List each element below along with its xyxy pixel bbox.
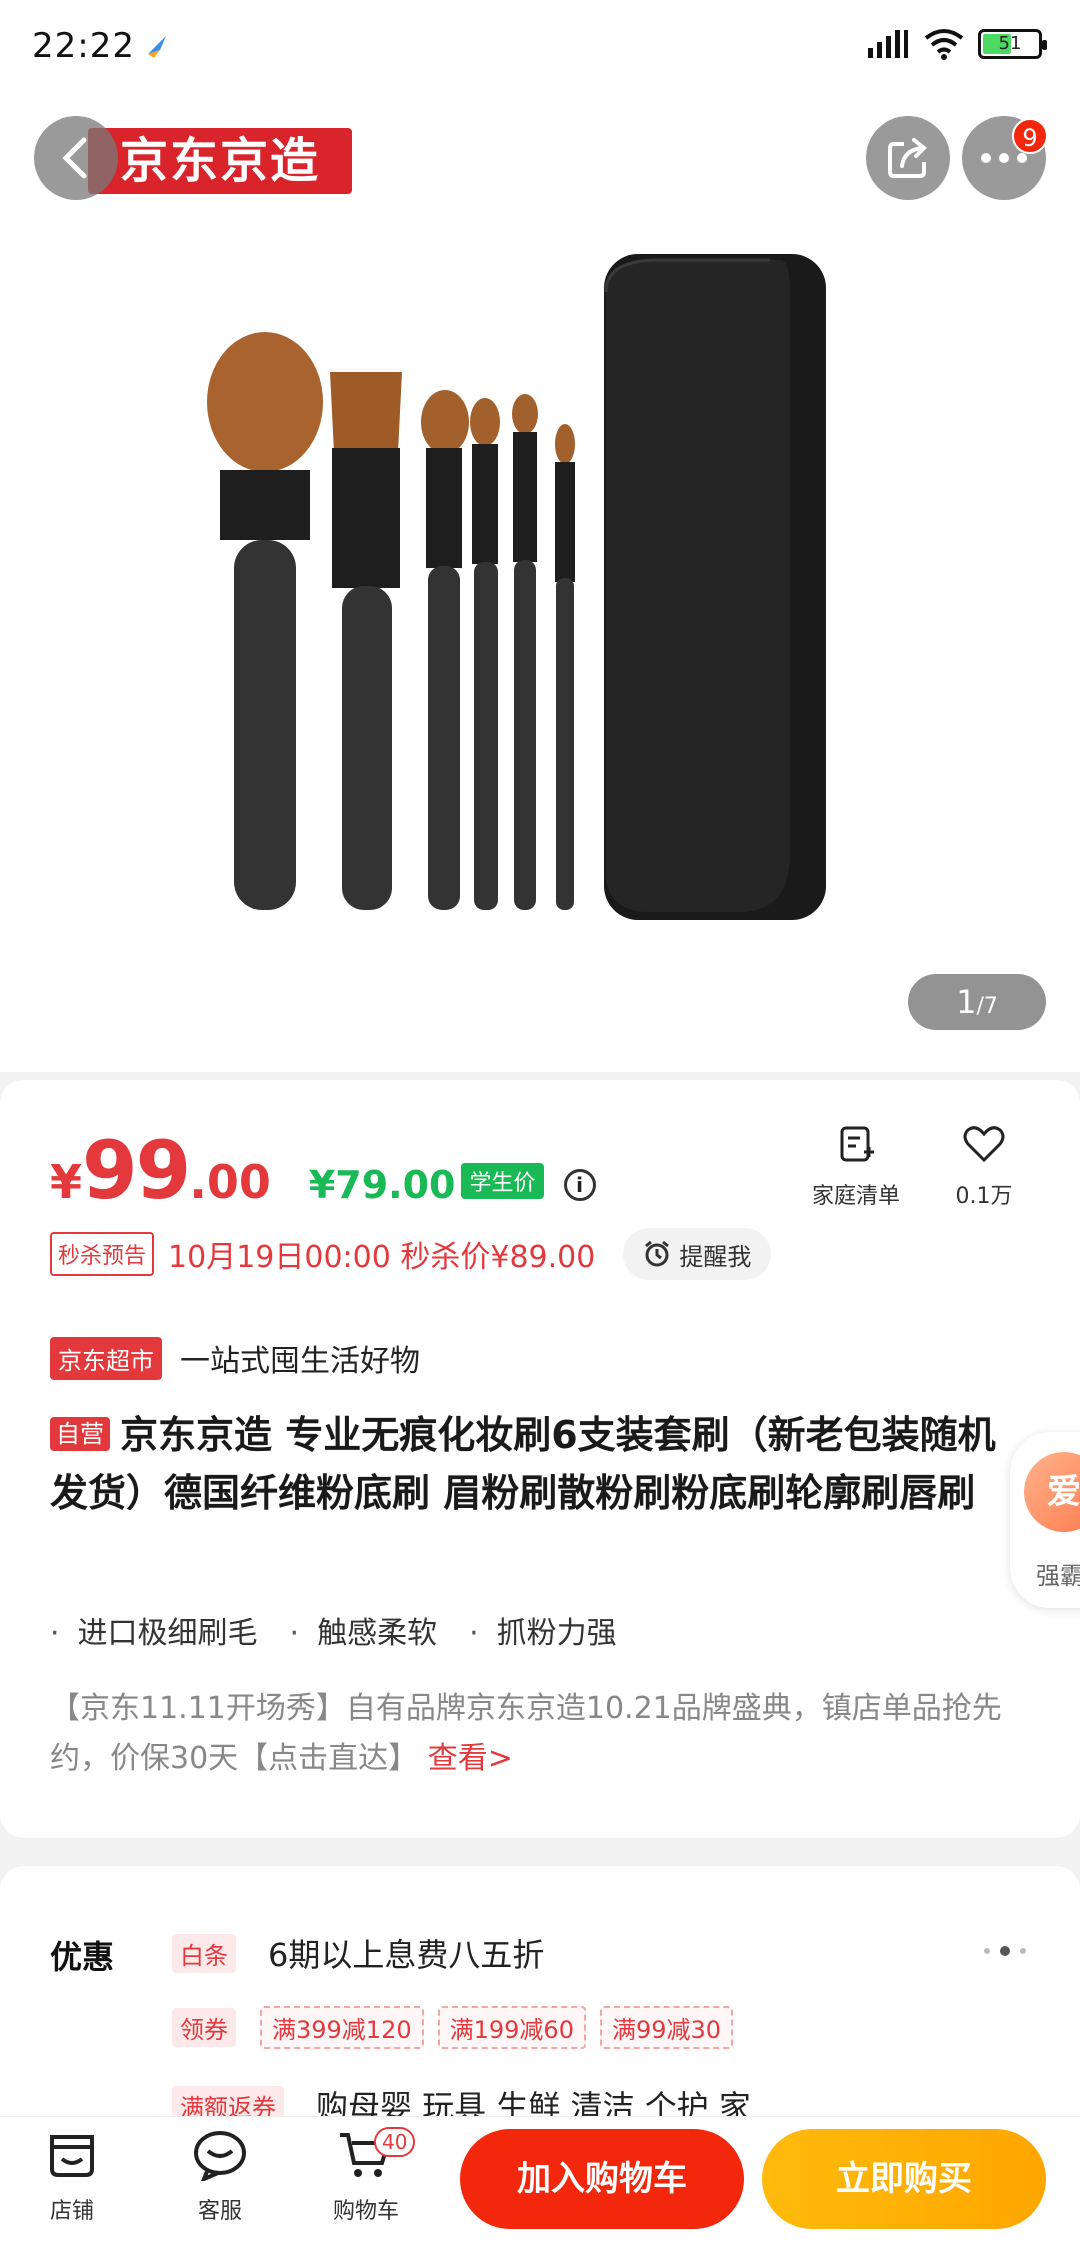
status-icons: 51 xyxy=(866,28,1047,60)
promo-message: 【京东11.11开场秀】自有品牌京东京造10.21品牌盛典，镇店单品抢先约，价保… xyxy=(50,1691,1002,1776)
coupon-item[interactable]: 满199减60 xyxy=(437,2006,586,2049)
seckill-tag: 秒杀预告 xyxy=(50,1232,155,1276)
self-operated-tag: 自营 xyxy=(50,1417,110,1451)
message-badge: 9 xyxy=(1012,118,1048,154)
price-currency: ¥ xyxy=(50,1155,83,1209)
price-decimal: .00 xyxy=(189,1155,271,1209)
discount-label: 优惠 xyxy=(50,1938,115,1976)
alarm-clock-icon xyxy=(645,1240,670,1267)
jd-supermarket-tag: 京东超市 xyxy=(50,1336,162,1380)
cart-tab[interactable]: 40 购物车 xyxy=(316,2127,416,2225)
add-to-cart-button[interactable]: 加入购物车 xyxy=(460,2129,744,2229)
favorite-count: 0.1万 xyxy=(955,1184,1013,1209)
student-price-tag: 学生价 xyxy=(461,1163,544,1199)
buy-now-button[interactable]: 立即购买 xyxy=(762,2129,1046,2229)
status-time: 22:22 xyxy=(32,26,135,66)
heart-icon xyxy=(963,1126,1005,1163)
floating-assistant[interactable]: 爱 强霸 xyxy=(1010,1432,1080,1608)
baitiao-tag: 白条 xyxy=(172,1933,236,1973)
image-page-indicator: 1/7 xyxy=(908,974,1046,1030)
seckill-preview: 秒杀预告 10月19日00:00 秒杀价¥89.00 提醒我 xyxy=(50,1226,772,1282)
assistant-avatar: 爱 xyxy=(1024,1452,1080,1532)
favorite-button[interactable]: 0.1万 xyxy=(948,1124,1020,1210)
product-title-text: 京东京造 专业无痕化妆刷6支装套刷（新老包装随机发货）德国纤维粉底刷 眉粉刷散粉… xyxy=(50,1413,996,1515)
student-price: ¥79.00 xyxy=(308,1163,456,1207)
chat-bubble-icon xyxy=(194,2131,246,2183)
promo-view-link[interactable]: 查看> xyxy=(428,1741,513,1776)
discount-section[interactable]: 优惠 白条 6期以上息费八五折 领券 满399减120 满199减60 满99减… xyxy=(0,1866,1080,2116)
family-list-label: 家庭清单 xyxy=(811,1184,900,1209)
jd-supermarket-row[interactable]: 京东超市 一站式囤生活好物 xyxy=(50,1336,420,1380)
battery-icon: 51 xyxy=(978,29,1047,59)
coupon-item[interactable]: 满99减30 xyxy=(599,2006,734,2049)
store-tab[interactable]: 店铺 xyxy=(22,2129,122,2225)
baitiao-text: 6期以上息费八五折 xyxy=(268,1936,545,1974)
cart-count-badge: 40 xyxy=(374,2127,416,2157)
rebate-text: 购母婴 玩具 生鲜 清洁 个护 家 xyxy=(316,2088,751,2116)
status-bar: 22:22 51 xyxy=(0,0,1080,92)
wifi-icon xyxy=(924,29,964,60)
remind-me-label: 提醒我 xyxy=(679,1242,752,1271)
remind-me-button[interactable]: 提醒我 xyxy=(623,1228,772,1280)
feature-item: 触感柔软 xyxy=(290,1608,437,1652)
price-row: ¥ 99 .00 ¥79.00 学生价 i xyxy=(50,1124,596,1217)
chevron-left-icon xyxy=(62,137,87,179)
baitiao-row[interactable]: 白条 6期以上息费八五折 xyxy=(172,1930,544,1976)
service-label: 客服 xyxy=(197,2199,242,2224)
rebate-tag: 满额返券 xyxy=(172,2085,284,2116)
coupon-item[interactable]: 满399减120 xyxy=(260,2006,424,2049)
coupon-row[interactable]: 领券 满399减120 满199减60 满99减30 xyxy=(172,2006,734,2049)
store-label: 店铺 xyxy=(49,2199,94,2224)
price-integer: 99 xyxy=(82,1124,191,1217)
assistant-label: 强霸 xyxy=(1036,1562,1080,1590)
signal-icon xyxy=(868,30,908,58)
more-dots-icon[interactable] xyxy=(984,1946,1026,1956)
supermarket-slogan: 一站式囤生活好物 xyxy=(180,1344,420,1379)
store-icon xyxy=(50,2135,94,2177)
info-icon[interactable]: i xyxy=(563,1169,596,1201)
product-image xyxy=(0,92,1080,1072)
feature-item: 进口极细刷毛 xyxy=(50,1608,258,1652)
product-image-gallery[interactable] xyxy=(0,92,1080,1072)
more-dots-icon xyxy=(981,153,1027,163)
back-button[interactable] xyxy=(34,116,118,200)
product-info-card: ¥ 99 .00 ¥79.00 学生价 i 家庭清单 0.1万 秒杀预告 10月… xyxy=(0,1080,1080,1838)
coupon-tag: 领券 xyxy=(172,2008,236,2047)
share-icon xyxy=(888,138,927,178)
app-notification-icon xyxy=(148,36,166,58)
seckill-text: 10月19日00:00 秒杀价¥89.00 xyxy=(168,1240,596,1275)
share-button[interactable] xyxy=(866,116,950,200)
customer-service-tab[interactable]: 客服 xyxy=(170,2129,270,2225)
family-list-button[interactable]: 家庭清单 xyxy=(800,1124,912,1210)
brand-logo: 京东京造 xyxy=(88,128,352,194)
bottom-action-bar: 店铺 客服 40 购物车 加入购物车 立即购买 xyxy=(0,2116,1080,2248)
rebate-row[interactable]: 满额返券 购母婴 玩具 生鲜 清洁 个护 家 xyxy=(172,2082,751,2116)
product-title: 自营 京东京造 专业无痕化妆刷6支装套刷（新老包装随机发货）德国纤维粉底刷 眉粉刷… xyxy=(50,1406,1030,1522)
product-features: 进口极细刷毛 触感柔软 抓粉力强 xyxy=(50,1608,617,1652)
feature-item: 抓粉力强 xyxy=(469,1608,617,1652)
cart-label: 购物车 xyxy=(332,2199,399,2224)
promo-text: 【京东11.11开场秀】自有品牌京东京造10.21品牌盛典，镇店单品抢先约，价保… xyxy=(50,1684,1030,1784)
list-add-icon xyxy=(840,1126,874,1162)
